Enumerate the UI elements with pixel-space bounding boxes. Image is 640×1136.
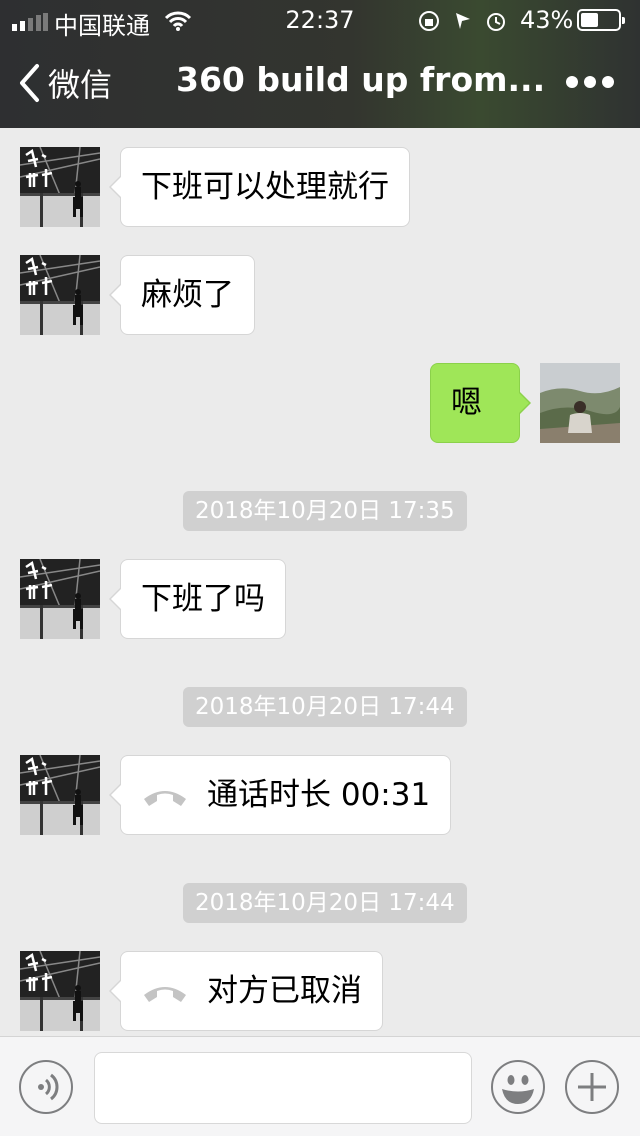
contact-avatar[interactable] bbox=[20, 255, 100, 335]
my-avatar[interactable] bbox=[540, 363, 620, 443]
chevron-left-icon bbox=[20, 64, 39, 102]
ellipsis-icon[interactable] bbox=[566, 76, 614, 90]
call-status-text: 对方已取消 bbox=[207, 973, 362, 1009]
battery-icon bbox=[577, 9, 625, 31]
status-bar: 中国联通 22:37 43% bbox=[0, 0, 640, 40]
timestamp-label: 2018年10月20日 17:44 bbox=[183, 883, 467, 923]
emoji-button[interactable] bbox=[491, 1060, 545, 1114]
call-record-bubble[interactable]: 通话时长 00:31 bbox=[108, 755, 452, 835]
alarm-icon bbox=[487, 13, 505, 31]
timestamp-label: 2018年10月20日 17:44 bbox=[183, 687, 467, 727]
emoji-icon bbox=[502, 1075, 534, 1104]
contact-avatar[interactable] bbox=[20, 951, 100, 1031]
message-text: 嗯 bbox=[451, 385, 482, 421]
top-header: 中国联通 22:37 43% 微信 360 build up from... bbox=[0, 0, 640, 128]
message-bubble-incoming[interactable]: 麻烦了 bbox=[109, 255, 255, 335]
message-text: 麻烦了 bbox=[141, 277, 234, 313]
message-bubble-incoming[interactable]: 下班可以处理就行 bbox=[109, 147, 410, 227]
nav-bar: 微信 360 build up from... bbox=[0, 40, 640, 128]
call-duration-text: 通话时长 00:31 bbox=[207, 777, 431, 813]
back-label: 微信 bbox=[48, 66, 113, 104]
status-icons bbox=[419, 11, 505, 31]
message-bubble-incoming[interactable]: 下班了吗 bbox=[109, 559, 286, 639]
rotation-lock-icon bbox=[419, 11, 439, 31]
phone-hangup-icon bbox=[144, 791, 186, 806]
message-text: 下班了吗 bbox=[141, 581, 265, 617]
add-button[interactable] bbox=[565, 1060, 619, 1114]
message-text: 下班可以处理就行 bbox=[141, 169, 389, 205]
message-input[interactable] bbox=[94, 1052, 472, 1124]
input-bar bbox=[0, 1036, 640, 1136]
contact-avatar[interactable] bbox=[20, 147, 100, 227]
chat-title: 360 build up from... bbox=[176, 60, 546, 99]
back-button[interactable]: 微信 bbox=[18, 60, 112, 106]
voice-button[interactable] bbox=[19, 1060, 73, 1114]
voice-icon bbox=[38, 1073, 59, 1101]
battery-percent: 43% bbox=[520, 6, 574, 34]
call-record-bubble[interactable]: 对方已取消 bbox=[109, 951, 383, 1031]
contact-avatar[interactable] bbox=[20, 755, 100, 835]
message-bubble-outgoing[interactable]: 嗯 bbox=[430, 363, 531, 443]
contact-avatar[interactable] bbox=[20, 559, 100, 639]
location-icon bbox=[456, 13, 470, 29]
phone-hangup-icon bbox=[144, 987, 186, 1002]
timestamp-label: 2018年10月20日 17:35 bbox=[183, 491, 467, 531]
plus-icon bbox=[578, 1073, 606, 1101]
